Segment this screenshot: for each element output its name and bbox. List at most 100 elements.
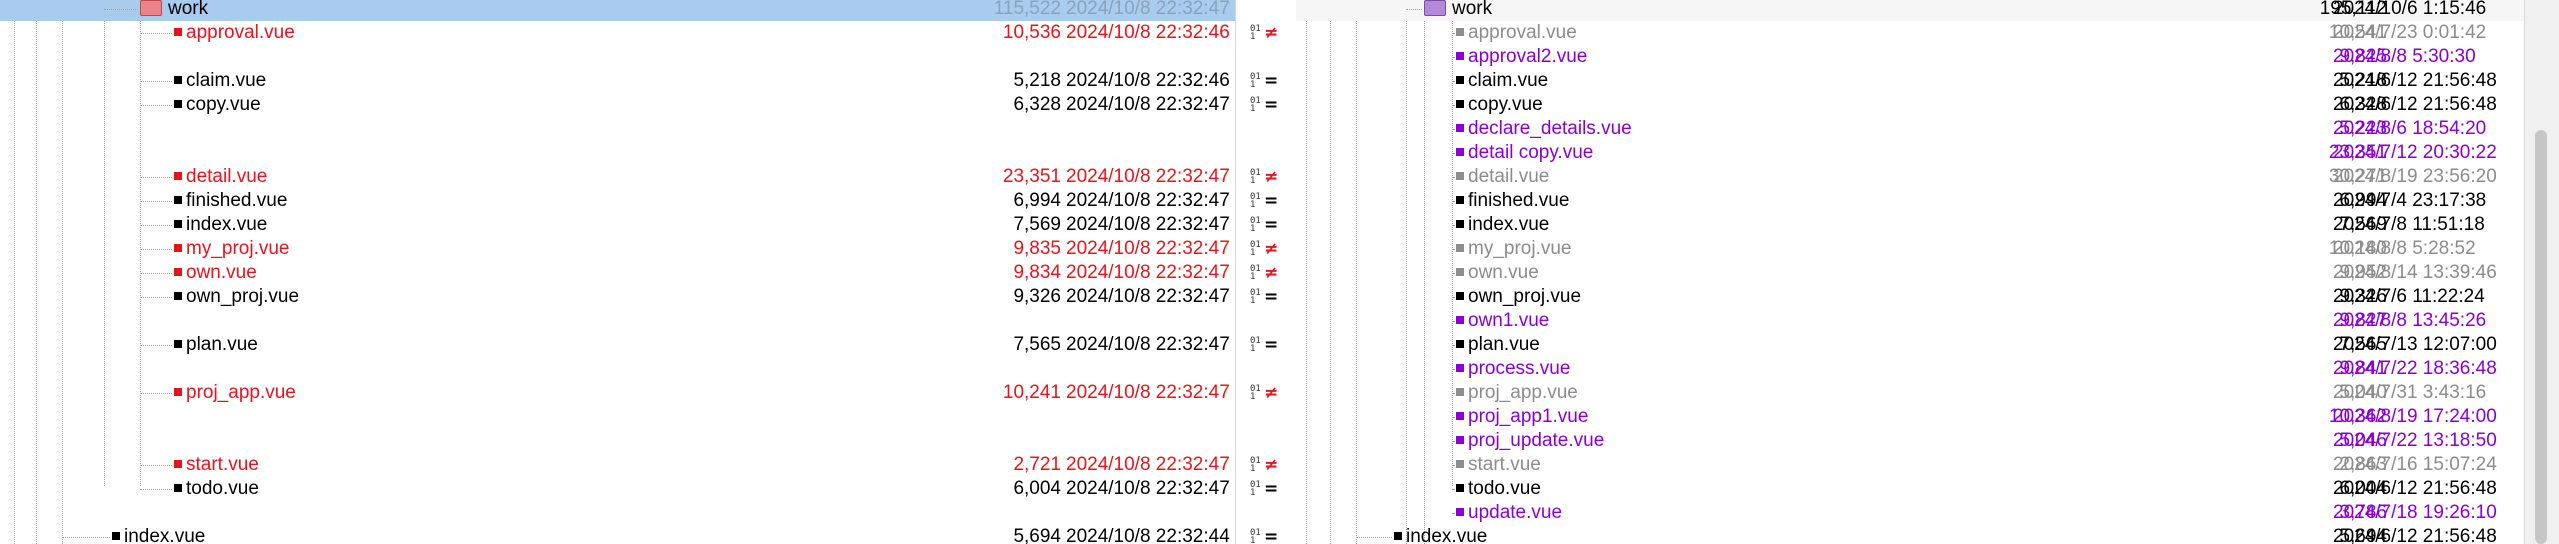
item-name[interactable]: approval.vue bbox=[174, 21, 295, 45]
file-row[interactable]: approval.vue 10,541 2024/7/23 0:01:42 bbox=[1296, 21, 2524, 45]
item-name[interactable]: proj_update.vue bbox=[1456, 429, 1604, 453]
item-name[interactable]: detail.vue bbox=[174, 165, 267, 189]
file-row[interactable]: finished.vue 6,994 2024/7/4 23:17:38 bbox=[1296, 189, 2524, 213]
item-name[interactable]: work bbox=[1424, 0, 1492, 21]
file-row[interactable]: own.vue 9,952 2024/8/14 13:39:46 bbox=[1296, 261, 2524, 285]
folder-row[interactable]: work 195,112 2024/10/6 1:15:46 bbox=[1296, 0, 2524, 21]
file-row[interactable]: proj_app.vue 10,241 2024/10/8 22:32:47 bbox=[0, 381, 1235, 405]
item-name[interactable]: approval2.vue bbox=[1456, 45, 1587, 69]
item-name[interactable]: finished.vue bbox=[174, 189, 287, 213]
item-name[interactable]: start.vue bbox=[1456, 453, 1541, 477]
file-row[interactable]: claim.vue 5,218 2024/6/12 21:56:48 bbox=[1296, 69, 2524, 93]
file-row[interactable]: index.vue 5,694 2024/10/8 22:32:44 bbox=[0, 525, 1235, 544]
item-name[interactable]: index.vue bbox=[1394, 525, 1487, 544]
modified-date: 2024/7/4 23:17:38 bbox=[2333, 190, 2487, 211]
equal-icon: 01 1 = bbox=[1250, 69, 1284, 93]
file-row[interactable]: own_proj.vue 9,326 2024/7/6 11:22:24 bbox=[1296, 285, 2524, 309]
file-row[interactable]: own.vue 9,834 2024/10/8 22:32:47 bbox=[0, 261, 1235, 285]
file-row[interactable]: index.vue 7,569 2024/7/8 11:51:18 bbox=[1296, 213, 2524, 237]
item-name[interactable]: approval.vue bbox=[1456, 21, 1577, 45]
item-name[interactable]: plan.vue bbox=[1456, 333, 1540, 357]
tree-branch-line bbox=[1452, 297, 1454, 298]
item-name[interactable]: index.vue bbox=[1456, 213, 1549, 237]
item-name[interactable]: detail.vue bbox=[1456, 165, 1549, 189]
file-row[interactable]: proj_app1.vue 10,362 2024/8/19 17:24:00 bbox=[1296, 405, 2524, 429]
file-row[interactable]: claim.vue 5,218 2024/10/8 22:32:46 bbox=[0, 69, 1235, 93]
item-name-label: own1.vue bbox=[1468, 310, 1550, 331]
file-row[interactable]: index.vue 5,694 2024/6/12 21:56:48 bbox=[1296, 525, 2524, 544]
file-row[interactable]: declare_details.vue 5,223 2024/8/6 18:54:2… bbox=[1296, 117, 2524, 141]
item-name-label: index.vue bbox=[1468, 214, 1550, 235]
item-name[interactable]: work bbox=[140, 0, 208, 21]
item-name-label: own.vue bbox=[1468, 262, 1539, 283]
item-name[interactable]: own.vue bbox=[174, 261, 257, 285]
item-name[interactable]: declare_details.vue bbox=[1456, 117, 1632, 141]
file-row[interactable]: my_proj.vue 9,835 2024/10/8 22:32:47 bbox=[0, 237, 1235, 261]
file-row[interactable]: todo.vue 6,004 2024/10/8 22:32:47 bbox=[0, 477, 1235, 501]
right-folder-pane[interactable]: work 195,112 2024/10/6 1:15:46 approval.vue… bbox=[1296, 0, 2524, 544]
file-row[interactable]: copy.vue 6,328 2024/6/12 21:56:48 bbox=[1296, 93, 2524, 117]
item-name[interactable]: todo.vue bbox=[174, 477, 259, 501]
item-name[interactable]: claim.vue bbox=[174, 69, 266, 93]
file-row[interactable]: detail copy.vue 23,351 2024/7/12 20:30:22 bbox=[1296, 141, 2524, 165]
file-row[interactable]: own_proj.vue 9,326 2024/10/8 22:32:47 bbox=[0, 285, 1235, 309]
item-name[interactable]: finished.vue bbox=[1456, 189, 1569, 213]
file-row[interactable]: todo.vue 6,004 2024/6/12 21:56:48 bbox=[1296, 477, 2524, 501]
file-row[interactable]: my_proj.vue 10,180 2024/8/8 5:28:52 bbox=[1296, 237, 2524, 261]
compare-digits-icon: 01 1 bbox=[1250, 96, 1261, 114]
item-name[interactable]: my_proj.vue bbox=[174, 237, 290, 261]
item-name[interactable]: proj_app.vue bbox=[1456, 381, 1578, 405]
file-status-icon bbox=[174, 339, 182, 348]
file-row[interactable]: index.vue 7,569 2024/10/8 22:32:47 bbox=[0, 213, 1235, 237]
file-row[interactable]: finished.vue 6,994 2024/10/8 22:32:47 bbox=[0, 189, 1235, 213]
item-name[interactable]: todo.vue bbox=[1456, 477, 1541, 501]
file-row[interactable]: detail.vue 30,271 2024/8/19 23:56:20 bbox=[1296, 165, 2524, 189]
item-name[interactable]: plan.vue bbox=[174, 333, 258, 357]
empty-row bbox=[0, 405, 1235, 429]
item-name[interactable]: copy.vue bbox=[174, 93, 261, 117]
file-row[interactable]: proj_app.vue 5,040 2024/7/31 3:43:16 bbox=[1296, 381, 2524, 405]
left-folder-pane[interactable]: work 115,522 2024/10/8 22:32:47 approval.vu… bbox=[0, 0, 1235, 544]
modified-date: 2024/8/19 17:24:00 bbox=[2333, 406, 2497, 427]
item-name-label: approval.vue bbox=[1468, 22, 1577, 43]
scrollbar-thumb[interactable] bbox=[2535, 130, 2547, 544]
item-name[interactable]: update.vue bbox=[1456, 501, 1562, 525]
item-name[interactable]: copy.vue bbox=[1456, 93, 1543, 117]
file-row[interactable]: own1.vue 9,827 2024/8/8 13:45:26 bbox=[1296, 309, 2524, 333]
vertical-scrollbar[interactable] bbox=[2524, 0, 2559, 544]
file-row[interactable]: approval2.vue 9,825 2024/8/8 5:30:30 bbox=[1296, 45, 2524, 69]
modified-date: 2024/10/6 1:15:46 bbox=[2333, 0, 2487, 19]
item-name[interactable]: index.vue bbox=[112, 525, 205, 544]
modified-date: 2024/10/8 22:32:47 bbox=[1066, 454, 1230, 475]
tree-branch-line bbox=[1452, 441, 1454, 442]
file-row[interactable]: copy.vue 6,328 2024/10/8 22:32:47 bbox=[0, 93, 1235, 117]
item-name[interactable]: detail copy.vue bbox=[1456, 141, 1593, 165]
file-row[interactable]: plan.vue 7,565 2024/7/13 12:07:00 bbox=[1296, 333, 2524, 357]
file-row[interactable]: plan.vue 7,565 2024/10/8 22:32:47 bbox=[0, 333, 1235, 357]
equal-icon: 01 1 = bbox=[1250, 213, 1284, 237]
file-status-icon bbox=[174, 459, 182, 468]
item-name[interactable]: claim.vue bbox=[1456, 69, 1548, 93]
item-name[interactable]: own_proj.vue bbox=[1456, 285, 1581, 309]
file-row[interactable]: proj_update.vue 5,046 2024/7/22 13:18:50 bbox=[1296, 429, 2524, 453]
item-name[interactable]: start.vue bbox=[174, 453, 259, 477]
item-name[interactable]: process.vue bbox=[1456, 357, 1570, 381]
item-name[interactable]: proj_app1.vue bbox=[1456, 405, 1588, 429]
file-row[interactable]: process.vue 9,841 2024/7/22 18:36:48 bbox=[1296, 357, 2524, 381]
file-row[interactable]: start.vue 2,721 2024/10/8 22:32:47 bbox=[0, 453, 1235, 477]
item-name[interactable]: own1.vue bbox=[1456, 309, 1549, 333]
file-row[interactable]: approval.vue 10,536 2024/10/8 22:32:46 bbox=[0, 21, 1235, 45]
item-name[interactable]: own_proj.vue bbox=[174, 285, 299, 309]
folder-row[interactable]: work 115,522 2024/10/8 22:32:47 bbox=[0, 0, 1235, 21]
item-name[interactable]: own.vue bbox=[1456, 261, 1539, 285]
item-name[interactable]: proj_app.vue bbox=[174, 381, 296, 405]
file-row[interactable]: update.vue 3,786 2024/7/18 19:26:10 bbox=[1296, 501, 2524, 525]
file-row[interactable]: detail.vue 23,351 2024/10/8 22:32:47 bbox=[0, 165, 1235, 189]
file-size: 6,004 bbox=[1013, 478, 1061, 499]
not-equal-glyph: ≠ bbox=[1264, 239, 1279, 259]
modified-date: 2024/6/12 21:56:48 bbox=[2333, 94, 2497, 115]
item-name[interactable]: my_proj.vue bbox=[1456, 237, 1572, 261]
file-row[interactable]: start.vue 2,863 2024/7/16 15:07:24 bbox=[1296, 453, 2524, 477]
tree-branch-line bbox=[1452, 57, 1454, 58]
item-name[interactable]: index.vue bbox=[174, 213, 267, 237]
